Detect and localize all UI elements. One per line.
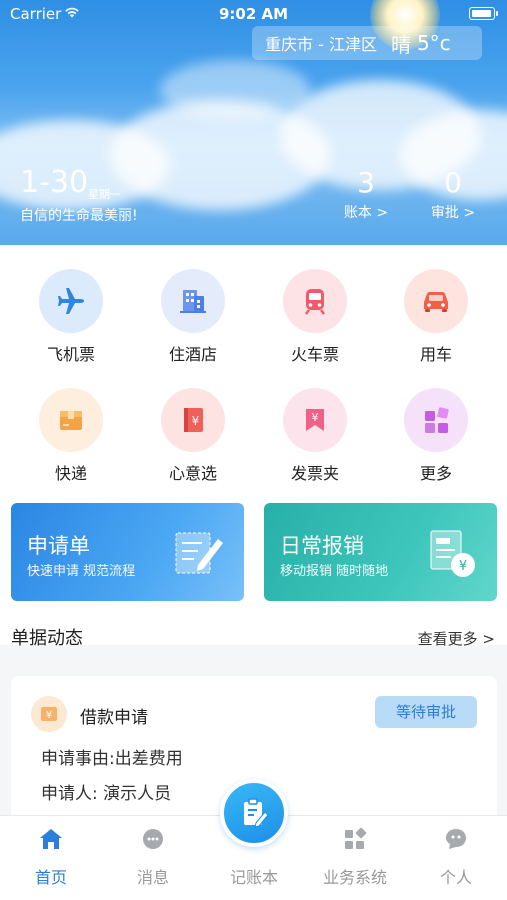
- tab-home[interactable]: 首页: [1, 826, 101, 888]
- ledger-stat[interactable]: 3 账本 >: [336, 168, 396, 222]
- document-reason: 申请事由:出差费用: [41, 749, 183, 769]
- date-day: 1-30: [20, 165, 89, 200]
- app-car[interactable]: 用车: [386, 269, 486, 365]
- status-bar: Carrier 9:02 AM: [0, 0, 507, 28]
- app-label: 火车票: [290, 345, 339, 364]
- invoice-icon: ¥: [283, 388, 347, 452]
- reimburse-icon: ¥: [430, 530, 475, 577]
- app-flight[interactable]: 飞机票: [21, 269, 121, 365]
- clock: 9:02 AM: [218, 5, 289, 23]
- app-invoice[interactable]: ¥ 发票夹: [265, 388, 365, 484]
- app-express[interactable]: 快递: [21, 388, 121, 484]
- document-title: 借款申请: [80, 708, 148, 728]
- more-grid-icon: [404, 388, 468, 452]
- view-more-link[interactable]: 查看更多 >: [418, 628, 495, 649]
- tab-business[interactable]: 业务系统: [305, 826, 405, 888]
- tab-label: 消息: [136, 868, 169, 887]
- svg-text:¥: ¥: [312, 411, 319, 424]
- app-label: 飞机票: [46, 345, 95, 364]
- notebook-fab-button[interactable]: [220, 779, 288, 847]
- app-label: 用车: [419, 345, 452, 364]
- date-weekday: 星期一: [88, 188, 121, 201]
- app-home-screen: Carrier 9:02 AM 重庆市 - 江津区 晴 5°c 1-30 星期一…: [0, 0, 507, 900]
- daily-reimbursement-card[interactable]: 日常报销 移动报销 随时随地 ¥: [264, 503, 497, 601]
- weather-widget[interactable]: 重庆市 - 江津区 晴 5°c: [252, 26, 482, 60]
- app-train[interactable]: 火车票: [265, 269, 365, 365]
- gift-book-icon: ¥: [161, 388, 225, 452]
- tab-label: 记账本: [229, 868, 278, 887]
- app-gift[interactable]: ¥ 心意选: [143, 388, 243, 484]
- battery-level: [471, 9, 491, 17]
- app-hotel[interactable]: 住酒店: [143, 269, 243, 365]
- ledger-count: 3: [357, 166, 375, 199]
- home-icon: [1, 826, 101, 852]
- car-icon: [404, 269, 468, 333]
- hotel-icon: [161, 269, 225, 333]
- svg-text:¥: ¥: [46, 710, 52, 721]
- card-title: 日常报销: [280, 534, 364, 558]
- loan-icon: ¥: [31, 696, 67, 732]
- card-subtitle: 移动报销 随时随地: [280, 564, 389, 579]
- card-title: 申请单: [27, 534, 90, 558]
- location-label: 重庆市 - 江津区: [265, 35, 377, 54]
- form-edit-icon: [175, 532, 223, 574]
- notebook-icon: [244, 798, 269, 828]
- tab-profile[interactable]: 个人: [406, 826, 506, 888]
- card-subtitle: 快速申请 规范流程: [27, 564, 136, 579]
- tab-label: 个人: [439, 868, 472, 887]
- message-icon: [103, 826, 203, 852]
- profile-icon: [406, 826, 506, 852]
- svg-text:¥: ¥: [459, 559, 467, 574]
- app-label: 更多: [419, 464, 452, 483]
- approval-label: 审批 >: [430, 205, 476, 221]
- motto-text: 自信的生命最美丽!: [20, 208, 138, 224]
- tab-label: 首页: [34, 868, 67, 887]
- app-more[interactable]: 更多: [386, 388, 486, 484]
- approval-stat[interactable]: 0 审批 >: [422, 168, 484, 222]
- app-label: 快递: [54, 464, 87, 483]
- package-icon: [39, 388, 103, 452]
- document-applicant: 申请人: 演示人员: [41, 784, 172, 804]
- approval-count: 0: [444, 166, 462, 199]
- status-badge: 等待审批: [375, 696, 477, 728]
- application-form-card[interactable]: 申请单 快速申请 规范流程: [11, 503, 244, 601]
- tab-messages[interactable]: 消息: [103, 826, 203, 888]
- cloud-shape: [160, 60, 310, 120]
- weather-header: Carrier 9:02 AM 重庆市 - 江津区 晴 5°c 1-30 星期一…: [0, 0, 507, 245]
- weather-condition: 晴: [390, 32, 411, 57]
- section-title: 单据动态: [11, 624, 109, 652]
- app-label: 心意选: [168, 464, 217, 483]
- train-icon: [283, 269, 347, 333]
- airplane-icon: [39, 269, 103, 333]
- ledger-label: 账本 >: [343, 205, 389, 221]
- battery-icon: [469, 7, 498, 20]
- apps-icon: [305, 826, 405, 852]
- app-label: 住酒店: [168, 345, 217, 364]
- svg-text:¥: ¥: [192, 414, 200, 428]
- tab-label: 业务系统: [322, 868, 387, 887]
- temperature: 5°c: [416, 31, 451, 55]
- app-label: 发票夹: [290, 464, 339, 483]
